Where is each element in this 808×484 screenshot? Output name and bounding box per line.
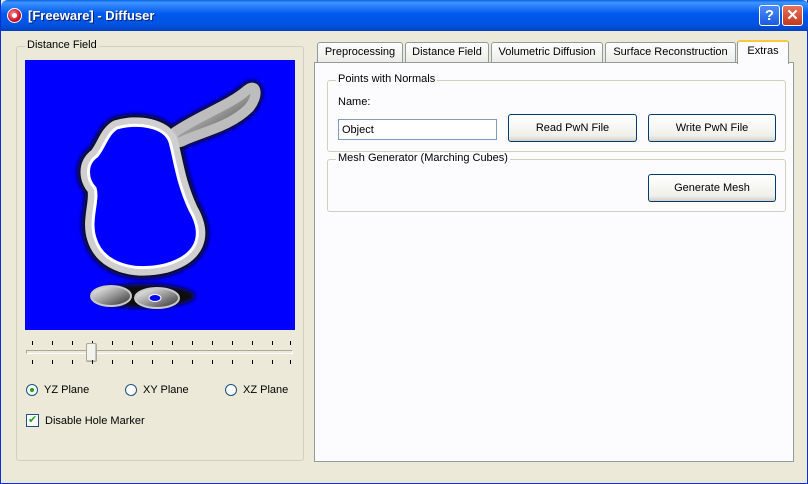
radio-xz-indicator[interactable] — [225, 384, 237, 396]
radio-xy-indicator[interactable] — [125, 384, 137, 396]
title-bar[interactable]: [Freeware] - Diffuser ? ✕ — [1, 0, 808, 31]
radio-yz-plane[interactable]: YZ Plane — [26, 384, 89, 396]
generate-mesh-button[interactable]: Generate Mesh — [648, 174, 776, 202]
main-window: [Freeware] - Diffuser ? ✕ Distance Field — [0, 0, 808, 484]
radio-xy-label: XY Plane — [143, 384, 189, 396]
radio-xz-label: XZ Plane — [243, 384, 289, 396]
name-label: Name: — [338, 96, 371, 108]
checkbox-box[interactable] — [26, 413, 39, 427]
app-icon — [7, 8, 22, 23]
close-button[interactable]: ✕ — [782, 5, 803, 26]
distance-field-group-label: Distance Field — [25, 39, 99, 51]
read-pwn-file-button[interactable]: Read PwN File — [508, 114, 637, 142]
mesh-generator-label: Mesh Generator (Marching Cubes) — [336, 152, 510, 164]
tab-extras[interactable]: Extras — [737, 40, 789, 64]
disable-hole-marker-checkbox[interactable]: Disable Hole Marker — [26, 413, 145, 427]
distance-field-view[interactable] — [25, 60, 295, 330]
help-button[interactable]: ? — [759, 5, 780, 26]
points-with-normals-label: Points with Normals — [336, 73, 438, 85]
write-pwn-file-button[interactable]: Write PwN File — [648, 114, 776, 142]
name-input[interactable] — [338, 119, 497, 140]
radio-xy-plane[interactable]: XY Plane — [125, 384, 189, 396]
tab-distance-field[interactable]: Distance Field — [405, 42, 489, 63]
radio-yz-indicator[interactable] — [26, 384, 38, 396]
tab-volumetric-diffusion[interactable]: Volumetric Diffusion — [491, 42, 603, 63]
disable-hole-marker-label: Disable Hole Marker — [45, 414, 145, 427]
slice-slider-track[interactable] — [26, 350, 293, 354]
window-title: [Freeware] - Diffuser — [28, 8, 155, 23]
radio-yz-label: YZ Plane — [44, 384, 90, 396]
tab-preprocessing[interactable]: Preprocessing — [317, 42, 403, 63]
tab-surface-reconstruction[interactable]: Surface Reconstruction — [605, 42, 736, 63]
radio-xz-plane[interactable]: XZ Plane — [225, 384, 288, 396]
